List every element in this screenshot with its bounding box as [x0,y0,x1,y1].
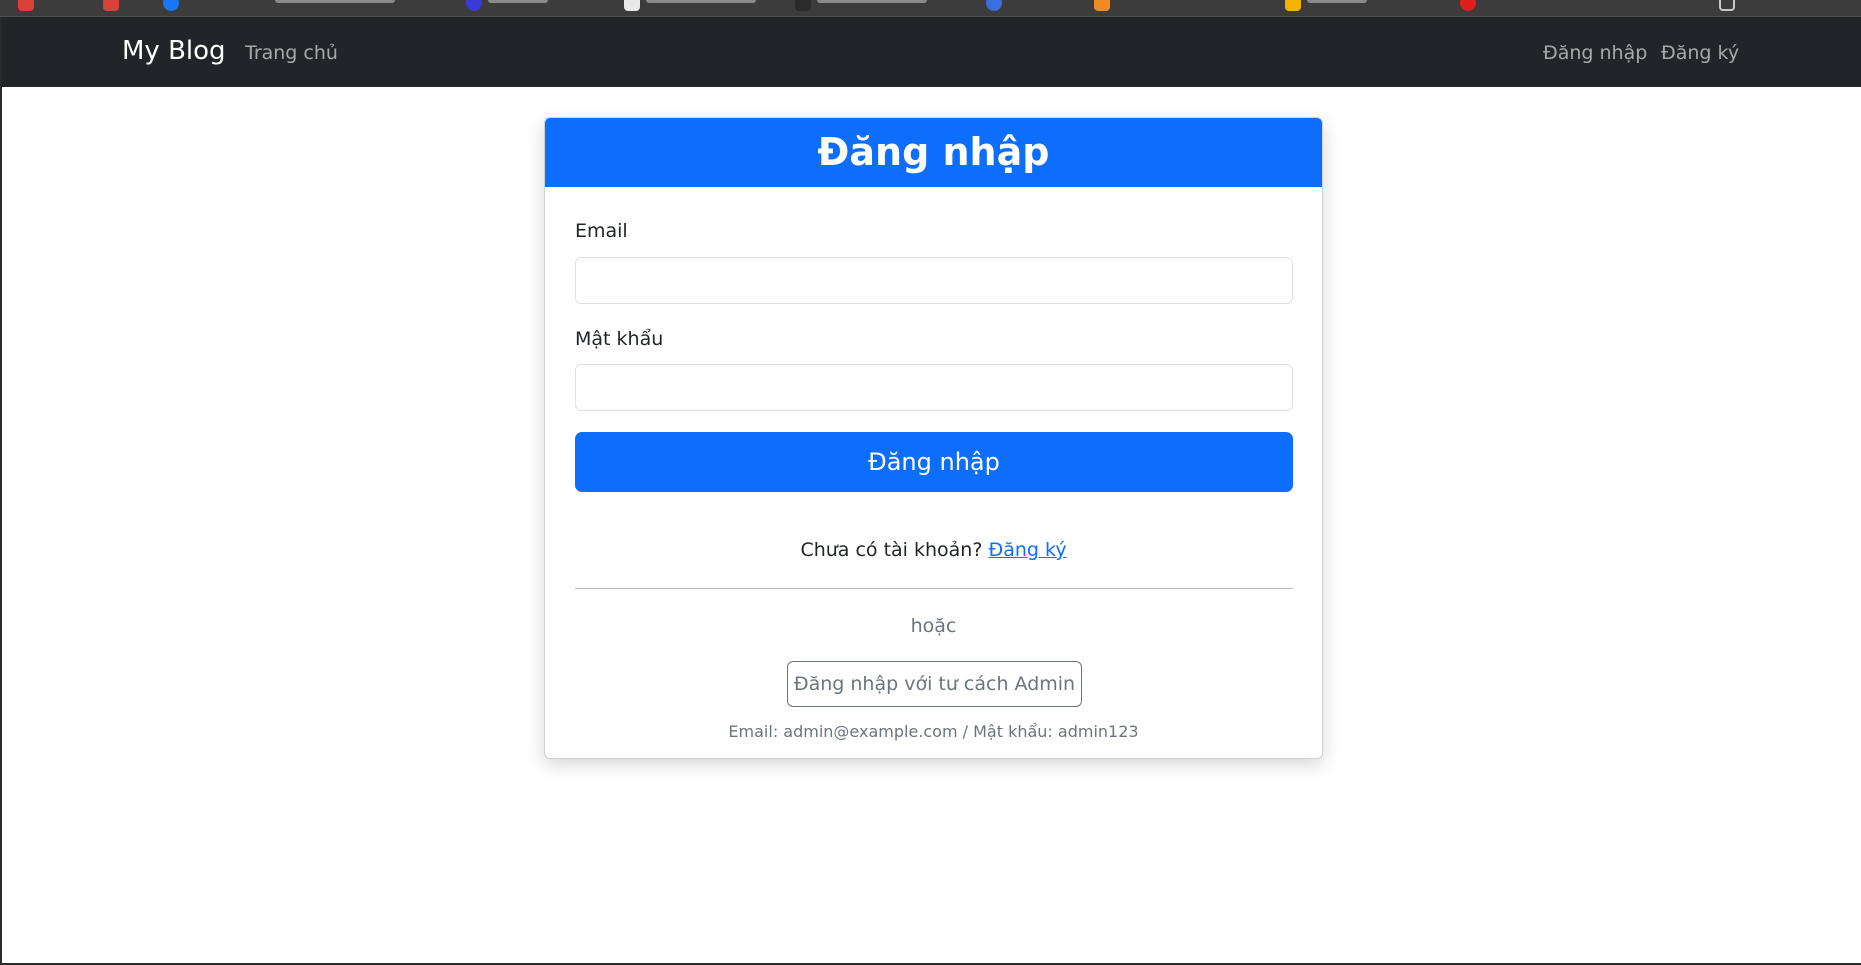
folder-icon[interactable] [1719,0,1735,11]
admin-login-button[interactable]: Đăng nhập với tư cách Admin [787,661,1082,707]
brand-logo-link[interactable]: My Blog [122,36,226,66]
login-card-title: Đăng nhập [545,118,1322,187]
bookmark-favicon-icon[interactable] [103,0,119,11]
bookmark-title[interactable] [488,0,548,3]
bookmark-favicon-icon[interactable] [18,0,34,11]
document-favicon-icon[interactable] [624,0,640,11]
facebook-favicon-icon[interactable] [163,0,179,11]
top-navbar: My Blog Trang chủ Đăng nhập Đăng ký [2,17,1861,87]
admin-credentials-hint: Email: admin@example.com / Mật khẩu: adm… [728,722,1139,741]
bookmark-favicon-icon[interactable] [466,0,482,11]
password-input[interactable] [575,364,1293,411]
signup-prompt: Chưa có tài khoản? Đăng ký [545,538,1322,562]
password-label: Mật khẩu [575,328,664,350]
bookmark-favicon-icon[interactable] [1094,0,1110,11]
or-separator-text: hoặc [910,615,957,637]
login-submit-button[interactable]: Đăng nhập [575,432,1293,492]
bookmark-favicon-icon[interactable] [1460,0,1476,11]
browser-bookmarks-bar [0,0,1861,17]
bookmark-title[interactable] [817,0,927,3]
login-card: Đăng nhập Email Mật khẩu Đăng nhập Chưa … [544,117,1323,759]
no-account-text: Chưa có tài khoản? [800,539,983,561]
bookmark-favicon-icon[interactable] [795,0,811,11]
bookmark-favicon-icon[interactable] [986,0,1002,11]
page-viewport: My Blog Trang chủ Đăng nhập Đăng ký Đăng… [0,17,1861,965]
star-favicon-icon[interactable] [1285,0,1301,11]
nav-register-link[interactable]: Đăng ký [1661,41,1739,65]
nav-login-link[interactable]: Đăng nhập [1543,41,1647,65]
nav-home-link[interactable]: Trang chủ [245,41,338,65]
register-link[interactable]: Đăng ký [988,539,1066,561]
bookmark-title[interactable] [646,0,756,3]
bookmark-title[interactable] [1307,0,1367,3]
bookmark-title[interactable] [275,0,395,3]
divider [575,588,1293,589]
email-input[interactable] [575,257,1293,304]
email-label: Email [575,220,628,242]
